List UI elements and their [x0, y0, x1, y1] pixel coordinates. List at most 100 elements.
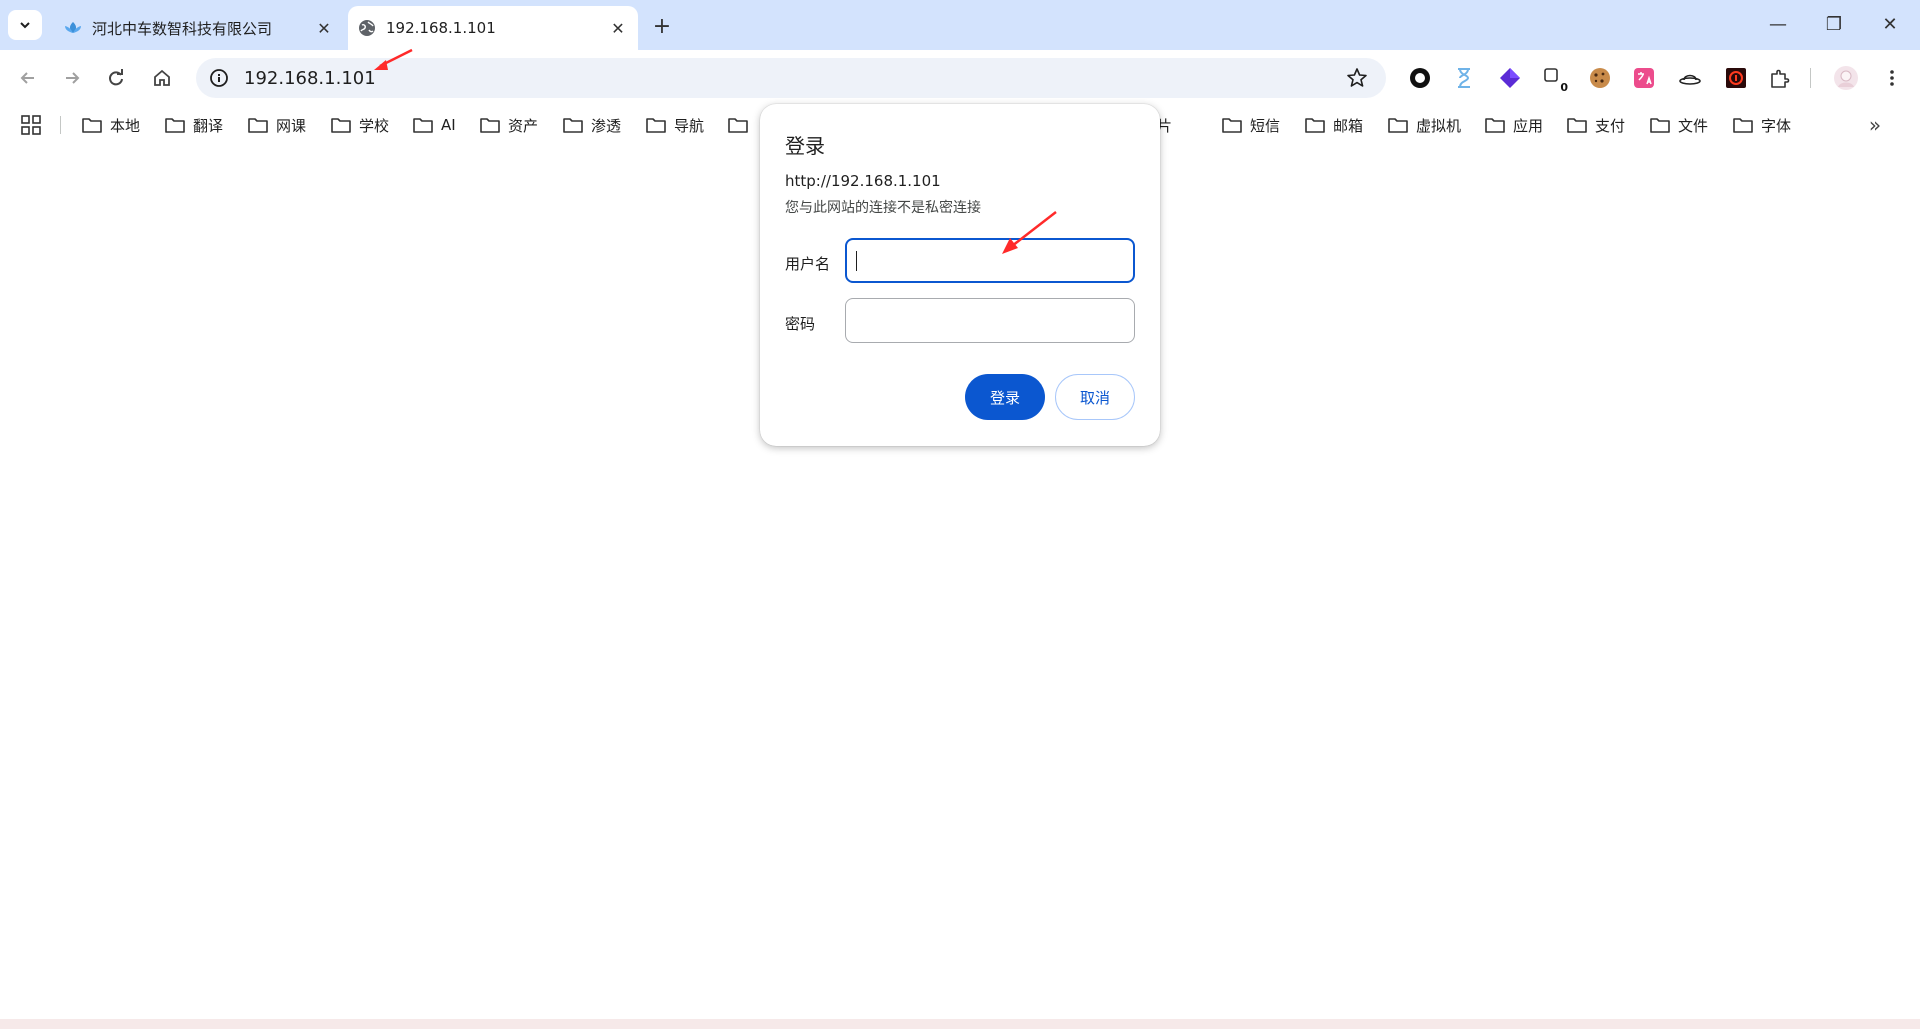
record-ext-icon[interactable] — [1722, 64, 1750, 92]
bookmark-label: 文件 — [1678, 116, 1709, 135]
folder-icon — [413, 118, 433, 133]
forward-button[interactable] — [56, 62, 88, 94]
username-input[interactable] — [845, 238, 1135, 283]
arrow-left-icon — [20, 72, 34, 84]
password-input[interactable] — [845, 298, 1135, 343]
bookmark-label: 学校 — [359, 116, 390, 135]
cancel-button[interactable]: 取消 — [1055, 374, 1135, 420]
bookmark-label: 网课 — [276, 116, 307, 135]
bookmark-folder[interactable]: 翻译 — [165, 112, 223, 138]
folder-icon — [480, 118, 500, 133]
bookmark-folder[interactable]: 虚拟机 — [1388, 112, 1461, 138]
folder-icon — [82, 118, 102, 133]
cube-ext-icon[interactable] — [1496, 64, 1524, 92]
extension-badge: 0 — [1560, 81, 1568, 94]
bookmark-folder[interactable]: 网课 — [248, 112, 306, 138]
arrow-right-icon — [66, 72, 80, 84]
folder-icon — [646, 118, 666, 133]
puzzle-icon[interactable] — [1766, 64, 1794, 92]
bookmark-folder[interactable]: 导航 — [646, 112, 704, 138]
bookmarks-overflow-button[interactable]: » — [1864, 113, 1886, 137]
bookmark-folder[interactable]: 短信 — [1222, 112, 1280, 138]
bookmark-folder[interactable] — [728, 112, 756, 138]
dialog-origin: http://192.168.1.101 — [785, 172, 941, 190]
address-bar[interactable]: 192.168.1.101 — [196, 58, 1386, 98]
bottom-strip — [0, 1019, 1920, 1029]
folder-icon — [1222, 118, 1242, 133]
folder-icon — [1388, 118, 1408, 133]
bookmark-label: 虚拟机 — [1416, 116, 1462, 135]
bookmark-label: 本地 — [110, 116, 141, 135]
bookmark-folder[interactable]: 应用 — [1485, 112, 1543, 138]
counter-ext-icon[interactable]: 0 — [1540, 64, 1568, 94]
apps-grid-icon[interactable] — [20, 114, 42, 136]
hourglass-ext-icon[interactable] — [1450, 64, 1478, 92]
bookmark-label: 导航 — [674, 116, 705, 135]
back-button[interactable] — [12, 62, 44, 94]
bookmarks-divider — [60, 116, 61, 134]
bookmark-folder[interactable]: 资产 — [480, 112, 538, 138]
tab-search-button[interactable] — [8, 10, 42, 40]
home-button[interactable] — [146, 62, 178, 94]
bookmark-label: 短信 — [1250, 116, 1281, 135]
close-icon[interactable]: ✕ — [606, 16, 630, 40]
folder-icon — [165, 118, 185, 133]
folder-icon — [1305, 118, 1325, 133]
login-dialog: 登录 http://192.168.1.101 您与此网站的连接不是私密连接 用… — [760, 104, 1160, 446]
bookmark-label: 邮箱 — [1333, 116, 1364, 135]
bookmark-folder[interactable]: 文件 — [1650, 112, 1708, 138]
lotus-icon — [64, 19, 82, 37]
tab-title: 河北中车数智科技有限公司 — [92, 19, 273, 38]
tab-192-168-1-101[interactable]: 192.168.1.101 ✕ — [348, 6, 638, 50]
folder-icon — [563, 118, 583, 133]
bookmark-label: 字体 — [1761, 116, 1792, 135]
more-menu-button[interactable] — [1878, 64, 1906, 92]
password-label: 密码 — [785, 315, 816, 333]
toolbar: 192.168.1.101 0 — [0, 50, 1920, 106]
avatar[interactable] — [1832, 64, 1860, 92]
bookmark-folder[interactable]: 支付 — [1567, 112, 1625, 138]
bookmark-folder[interactable]: 学校 — [331, 112, 389, 138]
reload-button[interactable] — [100, 62, 132, 94]
cookie-ext-icon[interactable] — [1586, 64, 1614, 92]
bookmark-label: 渗透 — [591, 116, 622, 135]
site-info-icon[interactable] — [208, 67, 230, 89]
close-icon[interactable]: ✕ — [312, 16, 336, 40]
tab-hebei[interactable]: 河北中车数智科技有限公司 ✕ — [54, 6, 344, 50]
bookmark-folder[interactable]: AI — [413, 112, 456, 138]
dialog-warning: 您与此网站的连接不是私密连接 — [785, 200, 981, 216]
reload-icon — [109, 69, 123, 86]
bookmark-folder[interactable]: 邮箱 — [1305, 112, 1363, 138]
chevron-down-icon — [20, 22, 30, 29]
folder-icon — [728, 118, 748, 133]
bookmark-label: AI — [441, 116, 456, 134]
text-caret — [856, 251, 857, 271]
globe-icon — [358, 19, 376, 37]
username-label: 用户名 — [785, 255, 831, 273]
url-text[interactable]: 192.168.1.101 — [244, 68, 376, 89]
folder-icon — [1567, 118, 1587, 133]
title-bar: 河北中车数智科技有限公司 ✕ 192.168.1.101 ✕ + — ❐ ✕ — [0, 0, 1920, 50]
restore-button[interactable]: ❐ — [1806, 0, 1862, 48]
translate-ext-icon[interactable] — [1630, 64, 1658, 92]
minimize-button[interactable]: — — [1750, 0, 1806, 48]
folder-icon — [1733, 118, 1753, 133]
bookmark-folder[interactable]: 字体 — [1733, 112, 1791, 138]
hat-ext-icon[interactable] — [1676, 64, 1704, 92]
tab-title: 192.168.1.101 — [386, 19, 496, 37]
folder-icon — [1485, 118, 1505, 133]
folder-icon — [331, 118, 351, 133]
bookmark-label: 应用 — [1513, 116, 1544, 135]
login-button[interactable]: 登录 — [965, 374, 1045, 420]
bookmark-star-icon[interactable] — [1346, 67, 1368, 89]
bookmark-folder[interactable]: 本地 — [82, 112, 140, 138]
circle-ext-icon[interactable] — [1406, 64, 1434, 92]
window-close-button[interactable]: ✕ — [1862, 0, 1918, 48]
new-tab-button[interactable]: + — [648, 12, 676, 40]
folder-icon — [1650, 118, 1670, 133]
folder-icon — [248, 118, 268, 133]
home-icon — [154, 69, 170, 86]
bookmark-folder[interactable]: 渗透 — [563, 112, 621, 138]
toolbar-divider — [1810, 68, 1811, 88]
bookmark-label: 资产 — [508, 116, 539, 135]
